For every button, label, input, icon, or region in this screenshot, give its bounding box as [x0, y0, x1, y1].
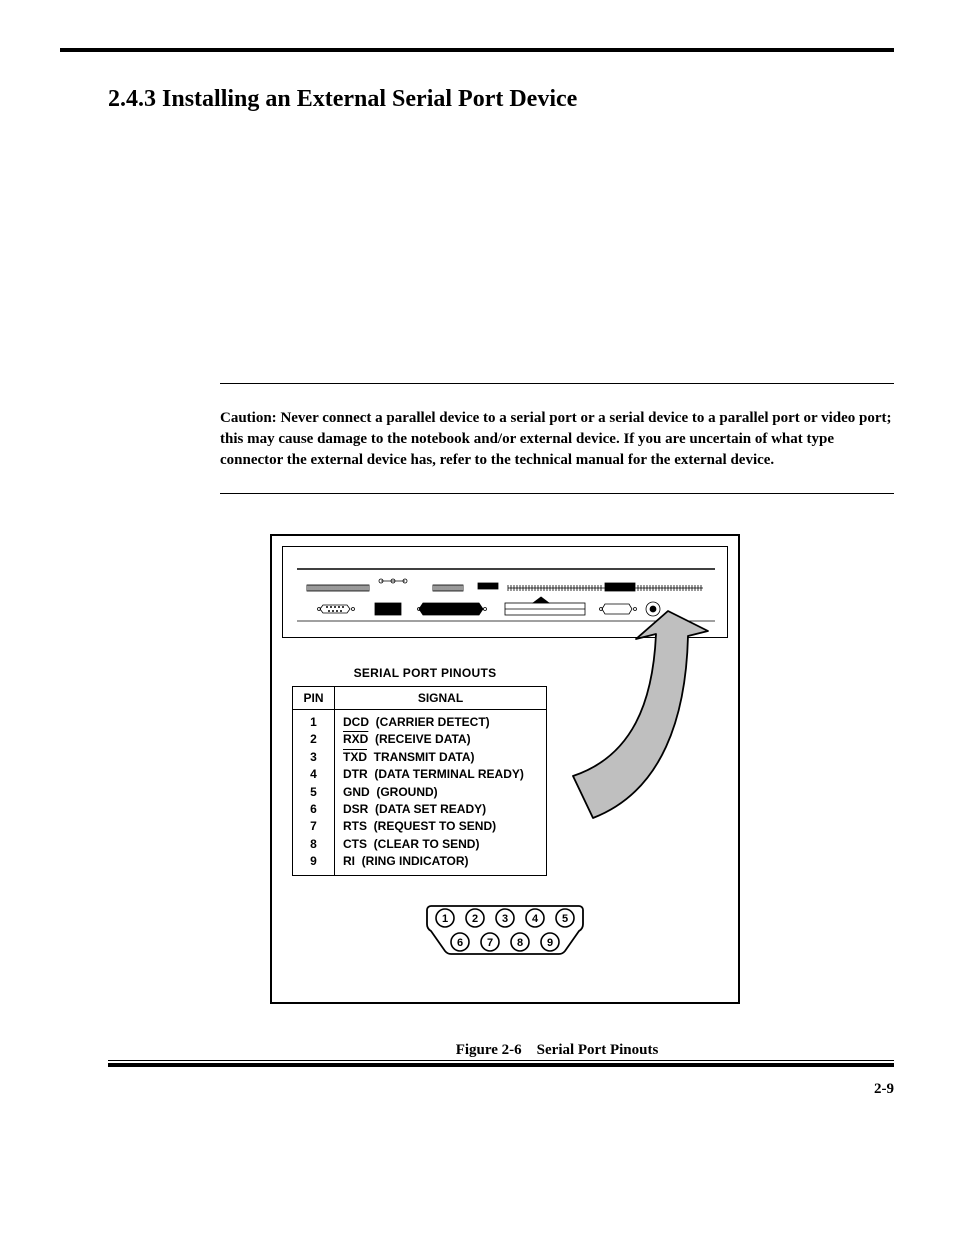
pin-numbers-cell: 1 2 3 4 5 6 7 8 9 — [293, 710, 335, 876]
pointer-arrow-icon — [558, 606, 718, 826]
pinout-body-row: 1 2 3 4 5 6 7 8 9 DCD (CARRIER DETECT)RX… — [293, 710, 547, 876]
svg-text:1: 1 — [442, 913, 448, 925]
db9-connector-diagram: 1 2 3 4 5 6 7 8 9 — [425, 900, 585, 965]
caution-block: Caution: Never connect a parallel device… — [220, 383, 894, 494]
signal-cell: DCD (CARRIER DETECT)RXD (RECEIVE DATA)TX… — [335, 710, 547, 876]
svg-text:2: 2 — [472, 913, 478, 925]
figure-caption: Figure 2-6 Serial Port Pinouts — [220, 1042, 894, 1059]
bottom-rule — [108, 1063, 894, 1067]
caution-body: Never connect a parallel device to a ser… — [220, 410, 892, 468]
pin-header: PIN — [293, 687, 335, 710]
page-number: 2-9 — [60, 1081, 894, 1098]
svg-text:8: 8 — [517, 937, 523, 949]
figure-title: Serial Port Pinouts — [537, 1042, 659, 1058]
pinout-title: SERIAL PORT PINOUTS — [310, 666, 540, 680]
pinout-table: PIN SIGNAL 1 2 3 4 5 6 7 8 9 DCD (CARRIE… — [292, 686, 547, 876]
caution-text: Caution: Never connect a parallel device… — [220, 408, 894, 471]
figure-box: SERIAL PORT PINOUTS PIN SIGNAL 1 2 3 4 5… — [270, 534, 740, 1004]
svg-text:4: 4 — [532, 913, 539, 925]
pinout-header-row: PIN SIGNAL — [293, 687, 547, 710]
svg-text:5: 5 — [562, 913, 568, 925]
caution-label: Caution: — [220, 410, 277, 426]
svg-text:7: 7 — [487, 937, 493, 949]
section-number: 2.4.3 — [108, 86, 156, 112]
signal-header: SIGNAL — [335, 687, 547, 710]
section-title-text: Installing an External Serial Port Devic… — [162, 86, 577, 112]
svg-text:6: 6 — [457, 937, 463, 949]
svg-text:9: 9 — [547, 937, 553, 949]
figure-label: Figure 2-6 — [456, 1042, 522, 1058]
top-rule — [60, 48, 894, 52]
section-heading: 2.4.3 Installing an External Serial Port… — [108, 86, 894, 113]
svg-text:3: 3 — [502, 913, 508, 925]
